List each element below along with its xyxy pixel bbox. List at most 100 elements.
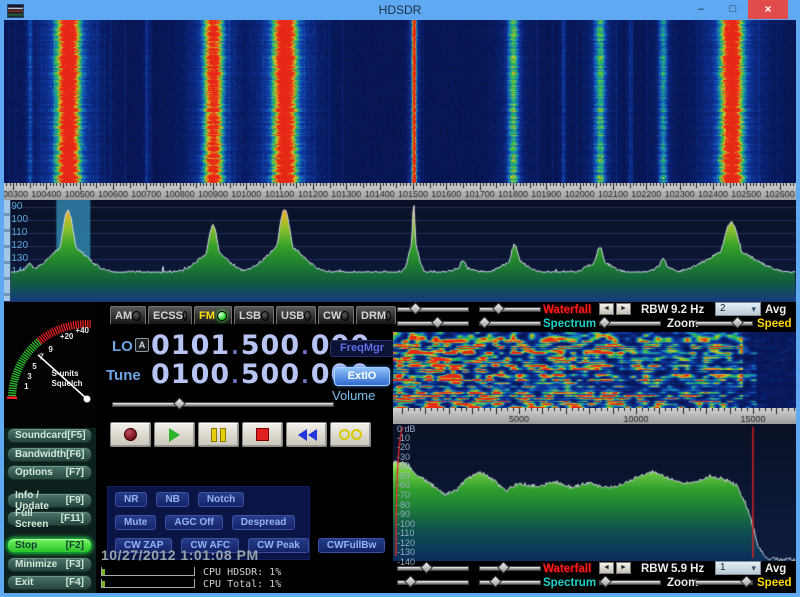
mode-button-cw[interactable]: CW xyxy=(318,306,354,325)
dsp-button-mute[interactable]: Mute xyxy=(115,515,156,530)
af-db-label: -30 xyxy=(397,452,410,462)
dsp-button-agc-off[interactable]: AGC Off xyxy=(165,515,222,530)
frequency-digits-group: 0100 xyxy=(151,359,230,390)
rf-spectrum-ref-slider[interactable] xyxy=(397,317,469,328)
titlebar[interactable]: HDSDR – □ × xyxy=(0,0,800,20)
volume-slider-track[interactable] xyxy=(112,402,334,407)
mode-button-am[interactable]: AM xyxy=(110,306,146,325)
menu-button-full-screen[interactable]: Full Screen[F11] xyxy=(7,511,92,526)
freqmgr-button[interactable]: FreqMgr xyxy=(330,340,394,357)
af-zoom-slider[interactable] xyxy=(599,576,661,587)
dsp-button-nb[interactable]: NB xyxy=(156,492,188,507)
af-avg-select[interactable]: 1▾ xyxy=(715,561,761,575)
svg-text:9: 9 xyxy=(48,345,53,354)
minimize-button[interactable]: – xyxy=(688,0,714,19)
rf-spectrum-ref-slider-thumb[interactable] xyxy=(431,316,444,329)
lo-auto-badge[interactable]: A xyxy=(135,338,149,352)
rf-zoom-slider[interactable] xyxy=(599,317,661,328)
af-spectrum-range-slider[interactable] xyxy=(479,576,541,587)
volume-slider[interactable] xyxy=(112,398,334,409)
svg-text:5: 5 xyxy=(32,362,37,371)
cpu-meter-text: CPU HDSDR: 1% xyxy=(203,567,281,578)
rf-shift-left-button[interactable]: ◄ xyxy=(599,303,614,315)
extio-button[interactable]: ExtIO xyxy=(334,367,390,386)
af-avg-value: 1 xyxy=(720,562,726,573)
pause-button[interactable] xyxy=(198,422,239,447)
af-spectrum-ref-slider[interactable] xyxy=(397,576,469,587)
mode-button-lsb[interactable]: LSB xyxy=(234,306,274,325)
menu-button-soundcard[interactable]: Soundcard[F5] xyxy=(7,428,92,443)
rf-waterfall-contrast-slider-thumb[interactable] xyxy=(492,302,505,315)
record-button[interactable] xyxy=(110,422,151,447)
af-db-label: -80 xyxy=(397,500,410,510)
mode-button-drm[interactable]: DRM xyxy=(356,306,396,325)
af-shift-left-button[interactable]: ◄ xyxy=(599,562,614,574)
rf-waterfall-brightness-slider[interactable] xyxy=(397,303,469,314)
rf-spectrum-display[interactable]: -90-100-110-120-130-140-150 xyxy=(4,200,796,301)
stop-icon xyxy=(256,428,269,441)
mode-led xyxy=(386,311,391,321)
af-spectrum-ref-slider-thumb[interactable] xyxy=(404,575,417,588)
rf-waterfall-brightness-slider-track[interactable] xyxy=(397,307,469,312)
af-waterfall-brightness-slider[interactable] xyxy=(397,562,469,573)
menu-button-minimize[interactable]: Minimize[F3] xyxy=(7,557,92,572)
rf-waterfall-brightness-slider-thumb[interactable] xyxy=(409,302,422,315)
mode-button-ecss[interactable]: ECSS xyxy=(148,306,192,325)
stop-button[interactable] xyxy=(242,422,283,447)
frequency-digits-group: 0101 xyxy=(151,330,230,361)
close-button[interactable]: × xyxy=(748,0,788,19)
af-waterfall-brightness-slider-thumb[interactable] xyxy=(420,561,433,574)
dsp-button-nr[interactable]: NR xyxy=(115,492,147,507)
af-db-label: -20 xyxy=(397,442,410,452)
rf-waterfall-contrast-slider[interactable] xyxy=(479,303,541,314)
rf-waterfall-display[interactable] xyxy=(4,20,796,183)
menu-button-label: Minimize xyxy=(15,559,57,570)
maximize-button[interactable]: □ xyxy=(720,0,746,19)
rf-speed-slider-thumb[interactable] xyxy=(731,316,744,329)
cpu-meter-text: CPU Total: 1% xyxy=(203,579,281,590)
cpu-meter-label: CPU Total: xyxy=(203,579,263,590)
menu-button-stop[interactable]: Stop[F2] xyxy=(7,538,92,553)
cpu-meter-fill xyxy=(102,569,105,575)
menu-button-key: [F5] xyxy=(67,430,85,441)
volume-slider-thumb[interactable] xyxy=(173,397,186,410)
play-button[interactable] xyxy=(154,422,195,447)
control-panel: 13579+20+40S-unitsSquelch Soundcard[F5]B… xyxy=(4,301,796,593)
mode-button-fm[interactable]: FM xyxy=(194,306,232,325)
af-speed-slider[interactable] xyxy=(695,576,753,587)
dsp-button-notch[interactable]: Notch xyxy=(198,492,244,507)
af-spectrum-range-slider-thumb[interactable] xyxy=(489,575,502,588)
mode-button-usb[interactable]: USB xyxy=(276,306,316,325)
rf-speed-slider-track[interactable] xyxy=(695,321,753,326)
rf-waterfall-contrast-slider-track[interactable] xyxy=(479,307,541,312)
af-zoom-slider-thumb[interactable] xyxy=(599,575,612,588)
af-waterfall-contrast-slider-thumb[interactable] xyxy=(497,561,510,574)
rf-spectrum-trace xyxy=(4,200,796,301)
rf-speed-slider[interactable] xyxy=(695,317,753,328)
af-spectrum-display[interactable]: 0 dB-10-20-30-40-50-60-70-80-90-100-110-… xyxy=(393,424,796,561)
af-frequency-scale[interactable] xyxy=(393,408,796,424)
rf-frequency-scale[interactable] xyxy=(4,183,796,200)
menu-button-exit[interactable]: Exit[F4] xyxy=(7,575,92,590)
af-db-label: -110 xyxy=(397,528,414,538)
rewind-button[interactable] xyxy=(286,422,327,447)
dsp-button-despread[interactable]: Despread xyxy=(232,515,296,530)
rf-shift-right-button[interactable]: ► xyxy=(616,303,631,315)
rf-rbw-label: RBW xyxy=(641,304,668,316)
af-speed-slider-thumb[interactable] xyxy=(740,575,753,588)
af-waterfall-contrast-slider[interactable] xyxy=(479,562,541,573)
menu-button-options[interactable]: Options[F7] xyxy=(7,465,92,480)
rf-zoom-slider-thumb[interactable] xyxy=(598,316,611,329)
rf-amplitude-slider[interactable] xyxy=(4,200,11,301)
rf-spectrum-range-slider[interactable] xyxy=(479,317,541,328)
af-shift-right-button[interactable]: ► xyxy=(616,562,631,574)
dsp-button-cwfullbw[interactable]: CWFullBw xyxy=(318,538,385,553)
menu-button-bandwidth[interactable]: Bandwidth[F6] xyxy=(7,447,92,462)
menu-button-info-update[interactable]: Info / Update[F9] xyxy=(7,493,92,508)
loop-button[interactable] xyxy=(330,422,371,447)
rf-spectrum-range-slider-thumb[interactable] xyxy=(478,316,491,329)
af-waterfall-display[interactable] xyxy=(393,332,796,408)
af-db-label: -10 xyxy=(397,433,410,443)
mode-button-label: FM xyxy=(199,310,215,322)
rf-avg-select[interactable]: 2▾ xyxy=(715,302,761,316)
